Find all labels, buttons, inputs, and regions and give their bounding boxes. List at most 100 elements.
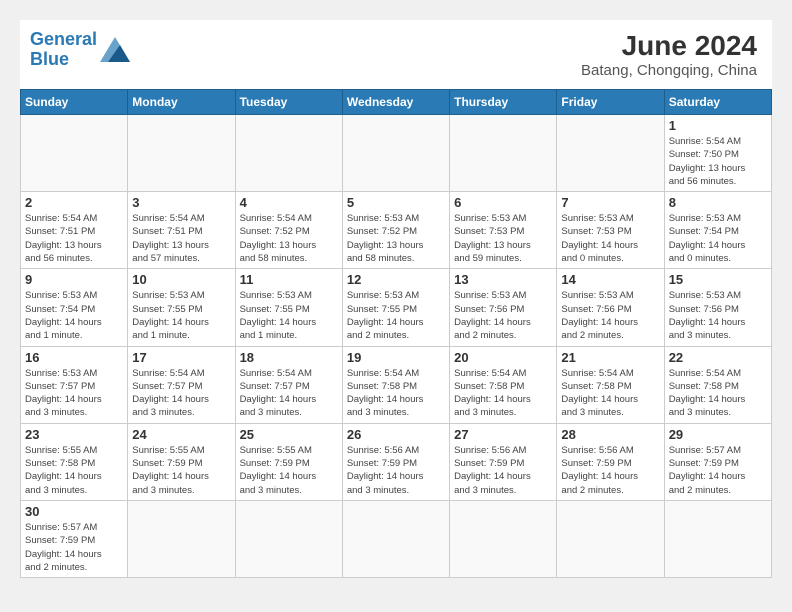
calendar-week-3: 16 Sunrise: 5:53 AM Sunset: 7:57 PM Dayli… — [21, 346, 772, 423]
calendar-cell: 7 Sunrise: 5:53 AM Sunset: 7:53 PM Daylig… — [557, 192, 664, 269]
day-info: Sunrise: 5:54 AM Sunset: 7:58 PM Dayligh… — [347, 367, 445, 420]
day-info: Sunrise: 5:53 AM Sunset: 7:54 PM Dayligh… — [25, 289, 123, 342]
calendar-table: Sunday Monday Tuesday Wednesday Thursday… — [20, 89, 772, 578]
calendar-cell: 20 Sunrise: 5:54 AM Sunset: 7:58 PM Dayli… — [450, 346, 557, 423]
calendar-cell: 24 Sunrise: 5:55 AM Sunset: 7:59 PM Dayli… — [128, 423, 235, 500]
calendar-cell: 2Sunrise: 5:54 AM Sunset: 7:51 PM Daylig… — [21, 192, 128, 269]
day-number: 4 — [240, 195, 338, 210]
calendar-cell: 3Sunrise: 5:54 AM Sunset: 7:51 PM Daylig… — [128, 192, 235, 269]
day-number: 30 — [25, 504, 123, 519]
day-number: 20 — [454, 350, 552, 365]
calendar-cell: 14 Sunrise: 5:53 AM Sunset: 7:56 PM Dayli… — [557, 269, 664, 346]
day-info: Sunrise: 5:55 AM Sunset: 7:58 PM Dayligh… — [25, 444, 123, 497]
calendar-cell: 12Sunrise: 5:53 AM Sunset: 7:55 PM Dayli… — [342, 269, 449, 346]
calendar-cell — [557, 500, 664, 577]
calendar-cell: 22 Sunrise: 5:54 AM Sunset: 7:58 PM Dayli… — [664, 346, 771, 423]
calendar-cell — [664, 500, 771, 577]
day-info: Sunrise: 5:55 AM Sunset: 7:59 PM Dayligh… — [132, 444, 230, 497]
day-info: Sunrise: 5:53 AM Sunset: 7:53 PM Dayligh… — [454, 212, 552, 265]
day-number: 18 — [240, 350, 338, 365]
day-info: Sunrise: 5:55 AM Sunset: 7:59 PM Dayligh… — [240, 444, 338, 497]
day-number: 22 — [669, 350, 767, 365]
day-info: Sunrise: 5:53 AM Sunset: 7:56 PM Dayligh… — [669, 289, 767, 342]
day-info: Sunrise: 5:54 AM Sunset: 7:58 PM Dayligh… — [454, 367, 552, 420]
day-number: 24 — [132, 427, 230, 442]
calendar-cell: 21 Sunrise: 5:54 AM Sunset: 7:58 PM Dayli… — [557, 346, 664, 423]
calendar-cell: 9 Sunrise: 5:53 AM Sunset: 7:54 PM Daylig… — [21, 269, 128, 346]
calendar-cell — [235, 115, 342, 192]
calendar-cell — [128, 115, 235, 192]
col-friday: Friday — [557, 90, 664, 115]
day-info: Sunrise: 5:54 AM Sunset: 7:51 PM Dayligh… — [25, 212, 123, 265]
day-info: Sunrise: 5:57 AM Sunset: 7:59 PM Dayligh… — [669, 444, 767, 497]
calendar-cell: 6 Sunrise: 5:53 AM Sunset: 7:53 PM Daylig… — [450, 192, 557, 269]
location: Batang, Chongqing, China — [581, 62, 757, 79]
day-number: 19 — [347, 350, 445, 365]
col-saturday: Saturday — [664, 90, 771, 115]
day-info: Sunrise: 5:53 AM Sunset: 7:55 PM Dayligh… — [347, 289, 445, 342]
calendar-cell — [128, 500, 235, 577]
calendar-week-5: 30Sunrise: 5:57 AM Sunset: 7:59 PM Dayli… — [21, 500, 772, 577]
calendar-cell — [235, 500, 342, 577]
day-number: 9 — [25, 272, 123, 287]
day-number: 27 — [454, 427, 552, 442]
calendar-cell — [342, 115, 449, 192]
calendar-cell: 10 Sunrise: 5:53 AM Sunset: 7:55 PM Dayli… — [128, 269, 235, 346]
calendar-header-row: Sunday Monday Tuesday Wednesday Thursday… — [21, 90, 772, 115]
calendar-cell: 11Sunrise: 5:53 AM Sunset: 7:55 PM Dayli… — [235, 269, 342, 346]
title-block: June 2024 Batang, Chongqing, China — [581, 30, 757, 79]
day-number: 25 — [240, 427, 338, 442]
day-info: Sunrise: 5:54 AM Sunset: 7:58 PM Dayligh… — [561, 367, 659, 420]
calendar-cell: 26Sunrise: 5:56 AM Sunset: 7:59 PM Dayli… — [342, 423, 449, 500]
logo-icon — [100, 37, 130, 62]
calendar-cell: 4Sunrise: 5:54 AM Sunset: 7:52 PM Daylig… — [235, 192, 342, 269]
calendar-week-1: 2Sunrise: 5:54 AM Sunset: 7:51 PM Daylig… — [21, 192, 772, 269]
day-info: Sunrise: 5:53 AM Sunset: 7:56 PM Dayligh… — [454, 289, 552, 342]
day-number: 29 — [669, 427, 767, 442]
day-info: Sunrise: 5:53 AM Sunset: 7:56 PM Dayligh… — [561, 289, 659, 342]
calendar-cell — [450, 500, 557, 577]
day-number: 1 — [669, 118, 767, 133]
day-number: 7 — [561, 195, 659, 210]
day-number: 10 — [132, 272, 230, 287]
calendar-cell: 29 Sunrise: 5:57 AM Sunset: 7:59 PM Dayli… — [664, 423, 771, 500]
day-number: 6 — [454, 195, 552, 210]
col-monday: Monday — [128, 90, 235, 115]
day-number: 8 — [669, 195, 767, 210]
day-info: Sunrise: 5:56 AM Sunset: 7:59 PM Dayligh… — [347, 444, 445, 497]
calendar-cell: 23 Sunrise: 5:55 AM Sunset: 7:58 PM Dayli… — [21, 423, 128, 500]
calendar-header: General Blue June 2024 Batang, Chongqing… — [20, 20, 772, 89]
calendar-cell: 15 Sunrise: 5:53 AM Sunset: 7:56 PM Dayli… — [664, 269, 771, 346]
day-number: 21 — [561, 350, 659, 365]
day-number: 3 — [132, 195, 230, 210]
col-sunday: Sunday — [21, 90, 128, 115]
calendar-cell: 18Sunrise: 5:54 AM Sunset: 7:57 PM Dayli… — [235, 346, 342, 423]
calendar-cell: 30Sunrise: 5:57 AM Sunset: 7:59 PM Dayli… — [21, 500, 128, 577]
calendar-week-2: 9 Sunrise: 5:53 AM Sunset: 7:54 PM Daylig… — [21, 269, 772, 346]
day-number: 13 — [454, 272, 552, 287]
calendar-cell — [557, 115, 664, 192]
day-info: Sunrise: 5:53 AM Sunset: 7:57 PM Dayligh… — [25, 367, 123, 420]
day-info: Sunrise: 5:53 AM Sunset: 7:53 PM Dayligh… — [561, 212, 659, 265]
calendar-cell: 25 Sunrise: 5:55 AM Sunset: 7:59 PM Dayli… — [235, 423, 342, 500]
day-info: Sunrise: 5:53 AM Sunset: 7:52 PM Dayligh… — [347, 212, 445, 265]
day-number: 17 — [132, 350, 230, 365]
calendar-cell — [450, 115, 557, 192]
col-thursday: Thursday — [450, 90, 557, 115]
day-info: Sunrise: 5:54 AM Sunset: 7:58 PM Dayligh… — [669, 367, 767, 420]
calendar-cell — [342, 500, 449, 577]
day-number: 15 — [669, 272, 767, 287]
day-info: Sunrise: 5:53 AM Sunset: 7:55 PM Dayligh… — [240, 289, 338, 342]
logo: General Blue — [30, 30, 130, 70]
day-info: Sunrise: 5:54 AM Sunset: 7:50 PM Dayligh… — [669, 135, 767, 188]
calendar-cell: 28Sunrise: 5:56 AM Sunset: 7:59 PM Dayli… — [557, 423, 664, 500]
calendar-week-0: 1 Sunrise: 5:54 AM Sunset: 7:50 PM Daylig… — [21, 115, 772, 192]
day-info: Sunrise: 5:53 AM Sunset: 7:55 PM Dayligh… — [132, 289, 230, 342]
col-tuesday: Tuesday — [235, 90, 342, 115]
day-number: 14 — [561, 272, 659, 287]
day-number: 23 — [25, 427, 123, 442]
day-number: 16 — [25, 350, 123, 365]
calendar-cell: 19 Sunrise: 5:54 AM Sunset: 7:58 PM Dayli… — [342, 346, 449, 423]
logo-blue: Blue — [30, 49, 69, 69]
day-info: Sunrise: 5:56 AM Sunset: 7:59 PM Dayligh… — [454, 444, 552, 497]
